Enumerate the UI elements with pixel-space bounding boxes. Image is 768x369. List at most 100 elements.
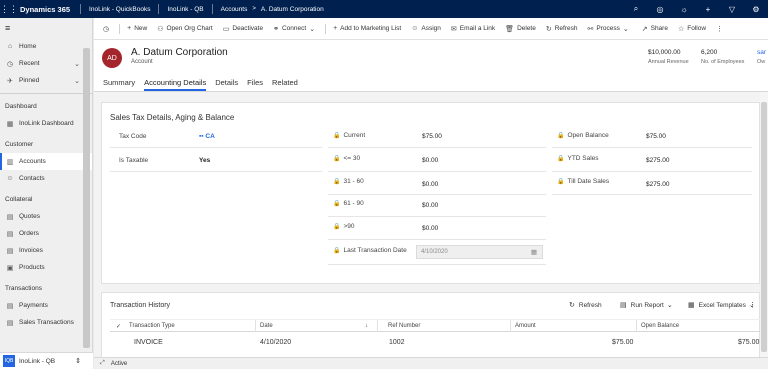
employees-label: No. of Employees [701,59,745,65]
section-title: Sales Tax Details, Aging & Balance [110,113,235,122]
run-report-button[interactable]: ▤ Run Report ⌄ [620,301,677,310]
column-open-balance[interactable]: Open Balance [641,323,679,329]
sidebar-item-sales-transactions[interactable]: ▤ Sales Transactions [0,314,92,331]
sidebar-item-products[interactable]: ▣ Products [0,259,92,276]
sidebar-scrollbar[interactable] [83,48,90,348]
app-launcher-icon[interactable]: ⋮⋮ [0,0,18,18]
transaction-history-section: Transaction History ↻ Refresh ▤ Run Report… [101,292,760,357]
owner-value[interactable]: sar [757,49,766,56]
main-scrollbar[interactable] [760,92,768,357]
star-icon: ☆ [677,25,685,33]
follow-button[interactable]: ☆ Follow [673,18,711,40]
lock-icon: 🔒 [333,133,341,139]
process-button[interactable]: ⚯ Process ⌄ [583,18,637,40]
area-label: InoLink - QB [19,357,56,365]
home-icon: ⌂ [7,43,13,50]
sidebar-item-home[interactable]: ⌂ Home [0,38,92,55]
tab-related[interactable]: Related [272,78,298,91]
share-button[interactable]: ↗ Share [637,18,673,40]
select-all-checkbox[interactable]: ✓ [116,323,121,330]
is-taxable-value[interactable]: Yes [199,157,210,164]
divider [328,194,546,195]
chevron-updown-icon: ⇕ [75,358,81,365]
sidebar-item-accounts[interactable]: ▥ Accounts [0,153,92,170]
document-icon: ▤ [6,319,14,327]
row-date: 4/10/2020 [260,339,292,346]
trash-icon: 🗑 [505,25,515,33]
history-icon: ◷ [103,25,110,33]
sidebar-item-quotes[interactable]: ▤ Quotes [0,208,92,225]
more-options-button[interactable]: ⋮ [749,301,760,309]
area-switcher[interactable]: IQB InoLink - QB ⇕ [0,352,93,369]
sidebar-item-pinned[interactable]: ✈ Pinned ⌄ [0,72,92,89]
hamburger-menu-icon[interactable]: ≡ [0,18,92,38]
sort-icon: ↓ [365,323,368,329]
record-status: Active [110,360,128,367]
add-to-marketing-list-button[interactable]: + Add to Marketing List [328,18,406,40]
expand-icon[interactable]: ⤢ [100,360,105,367]
box-icon: ▣ [6,264,14,272]
sidebar-item-payments[interactable]: ▤ Payments [0,297,92,314]
dashboard-icon: ▦ [6,120,14,128]
chevron-down-icon: ⌄ [666,302,673,309]
pin-icon: ✈ [7,77,13,85]
status-bar: ⤢ Active [94,357,768,369]
lock-icon: 🔒 [333,248,341,254]
new-button[interactable]: + New [122,18,152,40]
connect-button[interactable]: ⚭ Connect ⌄ [268,18,323,40]
divider [211,4,213,14]
sidebar-item-orders[interactable]: ▤ Orders [0,225,92,242]
divider [510,320,511,332]
tab-accounting-details[interactable]: Accounting Details [144,78,207,91]
lightbulb-icon[interactable]: ☼ [672,0,696,18]
report-icon: ▤ [620,302,627,309]
breadcrumb-area[interactable]: InoLink - QB [167,6,203,13]
column-transaction-type[interactable]: Transaction Type [129,323,175,329]
tax-code-field[interactable]: ▪▪ CA [199,133,215,140]
sidebar-item-inolink-dashboard[interactable]: ▦ InoLink Dashboard [0,115,92,132]
tab-summary[interactable]: Summary [103,78,135,91]
column-ref-number[interactable]: Ref Number [388,323,420,329]
tab-files[interactable]: Files [247,78,263,91]
breadcrumb-app[interactable]: InoLink - QuickBooks [89,6,150,13]
lock-icon: 🔒 [557,156,565,162]
txn-refresh-button[interactable]: ↻ Refresh [569,301,602,310]
till-date-sales-value: $275.00 [646,181,670,188]
refresh-button[interactable]: ↻ Refresh [541,18,583,40]
open-balance-label: 🔒 Open Balance [557,132,609,139]
last-transaction-date-field: 4/10/2020 ▦ [416,245,543,259]
scrollbar-thumb[interactable] [761,102,767,352]
deactivate-button[interactable]: ▭ Deactivate [218,18,268,40]
divider [80,4,82,14]
divider [110,147,322,148]
sidebar-item-recent[interactable]: ◷ Recent ⌄ [0,55,92,72]
gear-icon[interactable]: ⚙ [744,0,768,18]
divider [325,23,327,34]
column-amount[interactable]: Amount [515,323,536,329]
search-icon[interactable]: ⌕ [624,0,648,18]
history-button[interactable]: ◷ [98,18,117,40]
chevron-right-icon: > [252,6,256,12]
owner-label: Ow [757,59,766,65]
filter-icon[interactable]: ▽ [720,0,744,18]
sidebar-item-contacts[interactable]: ☺ Contacts [0,170,92,187]
document-icon: ▤ [6,230,14,238]
app-name[interactable]: Dynamics 365 [18,5,76,14]
email-link-button[interactable]: ✉ Email a Link [446,18,500,40]
calendar-icon: ▦ [530,249,537,256]
tab-details[interactable]: Details [215,78,238,91]
sidebar-item-invoices[interactable]: ▤ Invoices [0,242,92,259]
grid-header: ✓ Transaction Type Date ↓ Ref Number Amo… [110,319,760,332]
divider [110,171,322,172]
breadcrumb-entity[interactable]: Accounts [221,6,248,13]
transaction-history-title: Transaction History [110,302,171,309]
column-date[interactable]: Date [260,323,273,329]
delete-button[interactable]: 🗑 Delete [500,18,541,40]
sidebar-group-collateral: Collateral [5,196,33,203]
plus-icon[interactable]: + [696,0,720,18]
task-flow-icon[interactable]: ◎ [648,0,672,18]
row-transaction-type[interactable]: INVOICE [134,339,163,346]
open-org-chart-button[interactable]: ⚇ Open Org Chart [152,18,218,40]
more-commands-button[interactable]: ⋮ [711,18,731,40]
assign-button[interactable]: ☺ Assign [406,18,446,40]
